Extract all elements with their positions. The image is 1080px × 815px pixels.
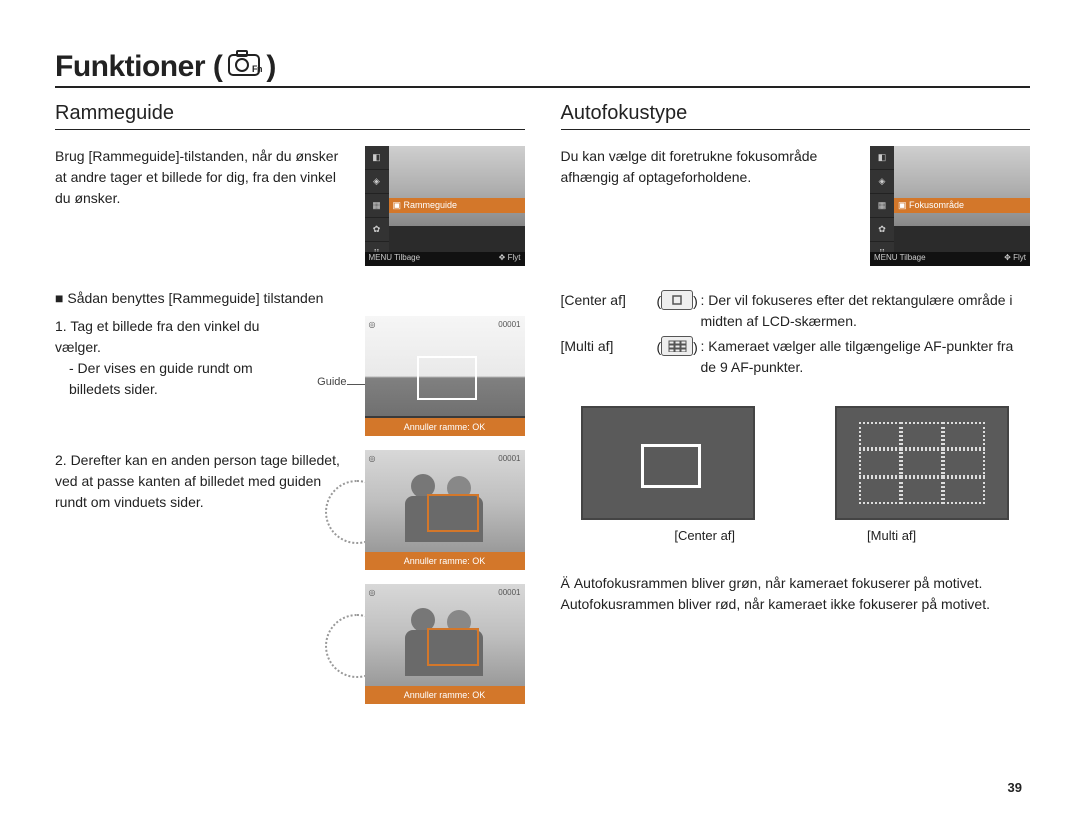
title-close: ) [266, 50, 276, 84]
counter: 00001 [498, 588, 520, 597]
mode-icon: ◎ [369, 320, 376, 329]
guide-pointer-label: Guide [283, 376, 347, 436]
shot-bar: Annuller ramme: OK [365, 552, 525, 570]
step-2: 2. Derefter kan en anden person tage bil… [55, 450, 351, 570]
guide-frame [417, 356, 477, 400]
frame-guide-icon: ▣ [393, 200, 404, 210]
center-af-icon [661, 290, 693, 310]
lcd-footer: MENU Tilbage ✥ Flyt [870, 252, 1030, 266]
focus-icon: ▣ [898, 200, 909, 210]
orange-frame [427, 494, 479, 532]
counter: 00001 [498, 454, 520, 463]
nav-icon: ✥ [499, 253, 508, 262]
step1-title: 1. Tag et billede fra den vinkel du vælg… [55, 316, 269, 358]
subhead-text: Sådan benyttes [Rammeguide] tilstanden [67, 290, 323, 306]
af-desc-center: Der vil fokuseres efter det rektangulære… [701, 290, 1031, 332]
lcd-side-icon: ▦ [870, 194, 894, 218]
svg-text:Fn: Fn [252, 64, 262, 74]
lcd-side-icon: ◈ [870, 170, 894, 194]
diagram-center-af [581, 406, 755, 520]
orange-frame [427, 628, 479, 666]
step1-sub: - Der vises en guide rundt om billedets … [69, 358, 269, 400]
multi-af-icon [661, 336, 693, 356]
rammeguide-subhead: ■ Sådan benyttes [Rammeguide] tilstanden [55, 290, 525, 306]
lcd-fokus-menu: ◧ ◈ ▦ ✿ ⠿ ▣ Fokusområde MENU Tilbage ✥ F… [870, 146, 1030, 266]
lcd-side-icon: ▦ [365, 194, 389, 218]
nav-icon: ✥ [1004, 253, 1013, 262]
mode-icon: ◎ [369, 588, 376, 597]
lcd-preview [894, 146, 1030, 226]
af-row-multi: [Multi af] ( ) Kameraet vælger alle tilg… [561, 336, 1031, 378]
note-text: Autofokusrammen bliver grøn, når kamerae… [561, 575, 991, 612]
camera-fn-icon: Fn [228, 50, 264, 84]
rammeguide-intro: Brug [Rammeguide]-tilstanden, når du øns… [55, 146, 351, 266]
menu-icon: MENU [369, 253, 395, 262]
page-title: Funktioner ( Fn ) [55, 50, 276, 84]
lcd-back-label: Tilbage [900, 253, 926, 262]
shot-bar: Annuller ramme: OK [365, 686, 525, 704]
af-desc-multi: Kameraet vælger alle tilgængelige AF-pun… [701, 336, 1031, 378]
step-1: 1. Tag et billede fra den vinkel du vælg… [55, 316, 269, 436]
shot-step2a: ◎ 00001 Annuller ramme: OK [365, 450, 525, 570]
mode-icon: ◎ [369, 454, 376, 463]
bullet-icon: ■ [55, 290, 67, 306]
left-column: Rammeguide Brug [Rammeguide]-tilstanden,… [55, 102, 525, 718]
diagram-label-center: [Center af] [674, 528, 735, 543]
af-mode-list: [Center af] ( ) Der vil fokuseres efter … [561, 290, 1031, 378]
af-label-center: [Center af] [561, 290, 657, 332]
autofokus-intro: Du kan vælge dit foretrukne fokusområde … [561, 146, 857, 266]
section-heading-rammeguide: Rammeguide [55, 102, 525, 130]
lcd-highlight: ▣ Rammeguide [389, 198, 525, 213]
diagram-multi-af [835, 406, 1009, 520]
menu-icon: MENU [874, 253, 900, 262]
title-text: Funktioner ( [55, 50, 222, 84]
page-number: 39 [1008, 780, 1022, 795]
lcd-move-label: Flyt [508, 253, 521, 262]
lcd-side-icon: ✿ [870, 218, 894, 242]
lcd-side-icon: ✿ [365, 218, 389, 242]
lcd-highlight: ▣ Fokusområde [894, 198, 1030, 213]
af-label-multi: [Multi af] [561, 336, 657, 378]
lcd-side-icon: ◧ [870, 146, 894, 170]
shot-step1: ◎ 00001 Annuller ramme: OK [365, 316, 525, 436]
lcd-back-label: Tilbage [394, 253, 420, 262]
shot-step2b: ◎ 00001 Annuller ramme: OK [365, 584, 525, 704]
diagram-label-multi: [Multi af] [867, 528, 916, 543]
lcd-side-icon: ◧ [365, 146, 389, 170]
lcd-side-icon: ◈ [365, 170, 389, 194]
lcd-footer: MENU Tilbage ✥ Flyt [365, 252, 525, 266]
shot-bar: Annuller ramme: OK [365, 418, 525, 436]
lcd-highlight-text: Rammeguide [404, 200, 458, 210]
lcd-preview [389, 146, 525, 226]
counter: 00001 [498, 320, 520, 329]
page-title-row: Funktioner ( Fn ) [55, 50, 1030, 88]
af-note: ÄAutofokusrammen bliver grøn, når kamera… [561, 573, 1031, 615]
section-heading-autofokus: Autofokustype [561, 102, 1031, 130]
lcd-move-label: Flyt [1013, 253, 1026, 262]
lcd-rammeguide-menu: ◧ ◈ ▦ ✿ ⠿ ▣ Rammeguide MENU Tilbage ✥ Fl… [365, 146, 525, 266]
right-column: Autofokustype Du kan vælge dit foretrukn… [561, 102, 1031, 718]
lcd-highlight-text: Fokusområde [909, 200, 964, 210]
af-row-center: [Center af] ( ) Der vil fokuseres efter … [561, 290, 1031, 332]
note-symbol: Ä [561, 575, 570, 591]
